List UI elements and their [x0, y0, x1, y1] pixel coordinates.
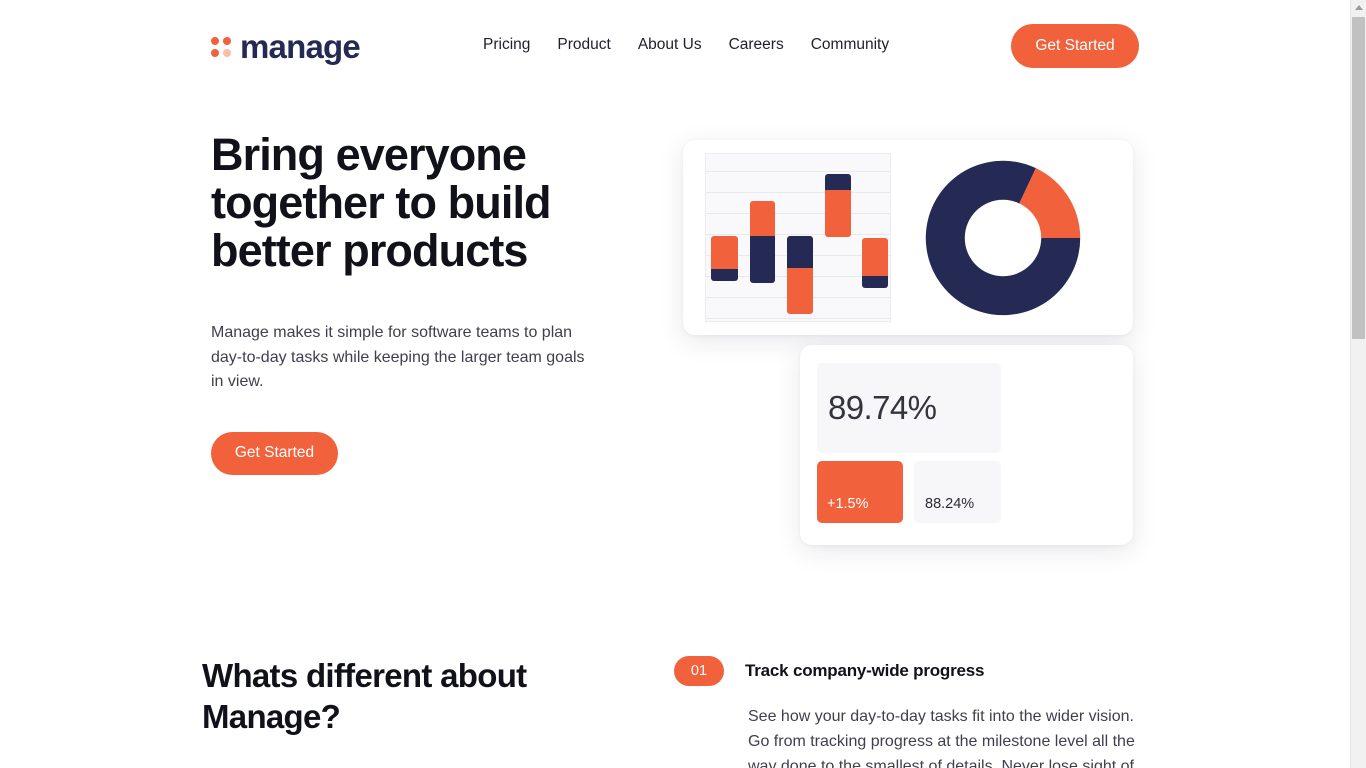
hero-illustration: 89.74% +1.5% 88.24%: [680, 140, 1140, 550]
header-get-started-button[interactable]: Get Started: [1011, 24, 1139, 68]
stat-primary-value: 89.74%: [828, 389, 937, 426]
nav-item-about-us[interactable]: About Us: [638, 36, 702, 54]
main-navigation: Pricing Product About Us Careers Communi…: [483, 36, 889, 54]
hero-subtitle: Manage makes it simple for software team…: [211, 324, 585, 390]
nav-item-careers[interactable]: Careers: [729, 36, 784, 54]
brand-logo[interactable]: manage: [211, 28, 361, 65]
stat-secondary: 88.24%: [914, 461, 1001, 523]
hero-copy: Bring everyone together to build better …: [211, 131, 631, 475]
caret-up-icon[interactable]: [1351, 0, 1366, 15]
scrollbar-thumb[interactable]: [1352, 17, 1365, 339]
stats-card: 89.74% +1.5% 88.24%: [800, 345, 1133, 545]
browser-viewport: manage Pricing Product About Us Careers …: [0, 0, 1366, 768]
features-section: Whats different about Manage? 01 Track c…: [0, 600, 1350, 768]
donut-chart-pane: [913, 140, 1133, 335]
feature-title: Track company-wide progress: [745, 661, 985, 680]
nav-item-pricing[interactable]: Pricing: [483, 36, 530, 54]
feature-number-badge: 01: [674, 656, 724, 686]
stat-delta: +1.5%: [817, 461, 903, 523]
charts-card: [683, 140, 1133, 335]
bar-chart-bars: [706, 154, 890, 321]
bar-chart-bar: [787, 236, 813, 314]
stat-delta-value: +1.5%: [827, 496, 869, 512]
stat-primary: 89.74%: [817, 363, 1001, 453]
feature-header: 01 Track company-wide progress: [674, 656, 1144, 686]
bar-chart-bar: [825, 174, 851, 237]
bar-chart-pane: [683, 140, 913, 335]
bar-chart-bar: [862, 238, 888, 288]
nav-item-community[interactable]: Community: [811, 36, 889, 54]
stat-secondary-value: 88.24%: [925, 496, 975, 512]
hero-title: Bring everyone together to build better …: [211, 129, 552, 276]
donut-chart: [925, 160, 1081, 316]
site-header: manage Pricing Product About Us Careers …: [0, 0, 1350, 92]
nav-item-product[interactable]: Product: [557, 36, 610, 54]
bar-chart-bar: [711, 236, 738, 281]
features-section-title: Whats different about Manage?: [202, 657, 527, 735]
brand-logo-text: manage: [240, 28, 361, 65]
bar-chart-bar: [750, 201, 775, 283]
hero-get-started-button[interactable]: Get Started: [211, 431, 338, 475]
four-dots-icon: [211, 37, 231, 57]
hero-section: Bring everyone together to build better …: [0, 92, 1350, 592]
feature-body: See how your day-to-day tasks fit into t…: [748, 708, 1135, 768]
bar-chart: [705, 153, 891, 322]
feature-item: 01 Track company-wide progress See how y…: [674, 656, 1144, 768]
page-content: manage Pricing Product About Us Careers …: [0, 0, 1350, 768]
vertical-scrollbar[interactable]: [1350, 0, 1366, 768]
